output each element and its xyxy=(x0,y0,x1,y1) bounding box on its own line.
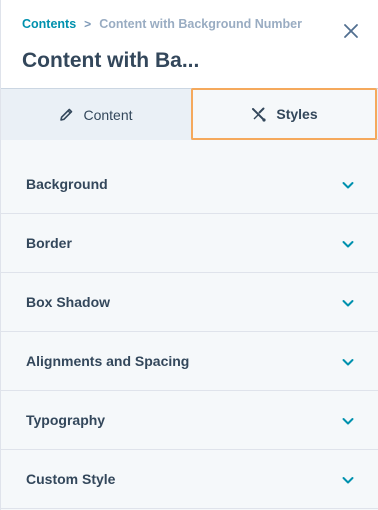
section-label: Box Shadow xyxy=(26,294,111,310)
section-background[interactable]: Background xyxy=(1,155,378,214)
section-label: Custom Style xyxy=(26,471,116,487)
section-label: Background xyxy=(26,176,108,192)
close-icon xyxy=(344,24,358,38)
section-border[interactable]: Border xyxy=(1,214,378,273)
styles-icon xyxy=(250,106,267,123)
section-label: Typography xyxy=(26,412,106,428)
section-label: Alignments and Spacing xyxy=(26,353,190,369)
tab-content-label: Content xyxy=(83,106,133,123)
section-label: Border xyxy=(26,235,72,251)
chevron-down-icon xyxy=(342,477,354,484)
chevron-down-icon xyxy=(342,182,354,189)
panel-header: Contents > Content with Background Numbe… xyxy=(1,0,378,88)
section-typography[interactable]: Typography xyxy=(1,391,378,450)
section-box-shadow[interactable]: Box Shadow xyxy=(1,273,378,332)
close-button[interactable] xyxy=(340,20,362,42)
tab-styles-label: Styles xyxy=(276,106,318,122)
pencil-icon xyxy=(59,107,74,122)
chevron-down-icon xyxy=(342,359,354,366)
breadcrumb-separator: > xyxy=(84,17,92,31)
chevron-down-icon xyxy=(342,300,354,307)
breadcrumb-root-link[interactable]: Contents xyxy=(22,17,76,31)
chevron-down-icon xyxy=(342,418,354,425)
tab-bar: Content Styles xyxy=(1,88,378,140)
breadcrumb-current: Content with Background Number xyxy=(99,17,302,31)
chevron-down-icon xyxy=(342,241,354,248)
section-alignments-spacing[interactable]: Alignments and Spacing xyxy=(1,332,378,391)
sidebar-panel: Contents > Content with Background Numbe… xyxy=(0,0,378,510)
style-sections: Background Border Box Shadow Alignments … xyxy=(1,140,378,510)
tab-content[interactable]: Content xyxy=(1,89,191,140)
tab-styles[interactable]: Styles xyxy=(191,88,377,140)
section-custom-style[interactable]: Custom Style xyxy=(1,450,378,509)
page-title: Content with Ba... xyxy=(22,49,200,72)
breadcrumb: Contents > Content with Background Numbe… xyxy=(22,17,302,31)
